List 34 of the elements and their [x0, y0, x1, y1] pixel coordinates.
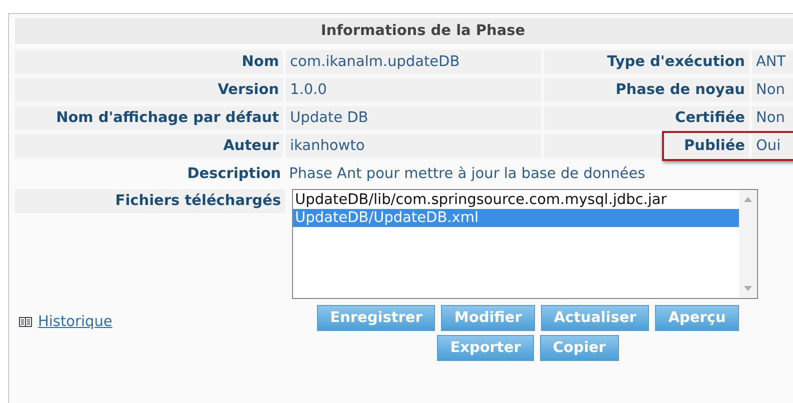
field-value: Non	[752, 106, 793, 130]
action-button[interactable]: Modifier	[441, 305, 535, 331]
field-label: Description	[186, 165, 282, 184]
field-value: 1.0.0	[286, 78, 541, 102]
field-value: com.ikanalm.updateDB	[286, 50, 541, 74]
book-icon	[19, 317, 32, 327]
history-link[interactable]: Historique	[38, 314, 112, 330]
field-label: Phase de noyau	[544, 78, 749, 102]
file-item[interactable]: UpdateDB/UpdateDB.xml	[293, 209, 739, 227]
file-list[interactable]: UpdateDB/lib/com.springsource.com.mysql.jdbc.jar UpdateDB/UpdateDB.xml	[292, 189, 758, 299]
scroll-down-icon[interactable]	[744, 286, 752, 291]
field-label: Auteur	[15, 134, 283, 158]
action-button[interactable]: Exporter	[437, 335, 534, 361]
field-label: Type d'exécution	[544, 50, 749, 74]
field-label: Nom	[15, 50, 283, 74]
scrollbar[interactable]	[739, 190, 757, 298]
field-label: Fichiers téléchargés	[15, 189, 285, 213]
field-label: Publiée	[544, 134, 749, 158]
field-label: Nom d'affichage par défaut	[15, 106, 283, 130]
action-button[interactable]: Actualiser	[540, 305, 650, 331]
field-value: Phase Ant pour mettre à jour la base de données	[288, 165, 646, 184]
field-value: Oui	[752, 134, 793, 158]
file-item[interactable]: UpdateDB/lib/com.springsource.com.mysql.jdbc.jar	[293, 191, 739, 209]
action-button[interactable]: Copier	[540, 335, 619, 361]
field-label: Certifiée	[544, 106, 749, 130]
action-button[interactable]: Aperçu	[655, 305, 739, 331]
panel-title: Informations de la Phase	[15, 18, 793, 44]
field-value: Non	[752, 78, 793, 102]
field-label: Version	[15, 78, 283, 102]
field-value: ikanhowto	[286, 134, 541, 158]
field-value: ANT	[752, 50, 793, 74]
field-value: Update DB	[286, 106, 541, 130]
scroll-up-icon[interactable]	[744, 197, 752, 202]
action-button[interactable]: Enregistrer	[317, 305, 436, 331]
